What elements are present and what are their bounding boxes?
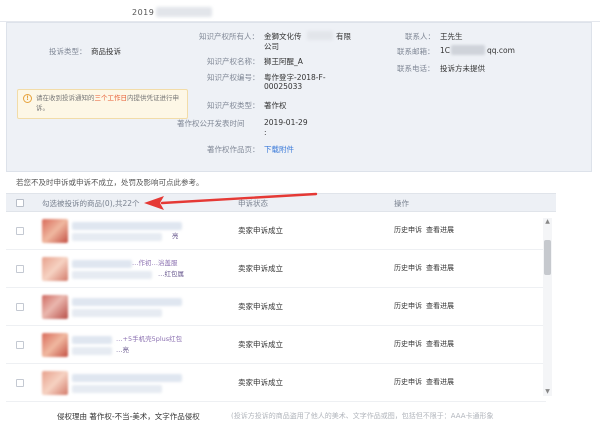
red-arrow-annotation [144,192,318,210]
table-row: …+5手机壳5plus红包 …亮 卖家申诉成立 历史申诉 查看进展 [6,326,546,364]
publish-date-label: 著作权公开发表时间 [177,119,245,128]
history-appeal-link[interactable]: 历史申诉 [394,377,422,387]
table-row: 卖家申诉成立 历史申诉 查看进展 [6,364,546,402]
info-icon: ! [23,94,32,103]
table-scrollbar[interactable]: ▲ ▼ [543,218,552,396]
email-label: 联系邮箱： [397,47,435,56]
product-name[interactable]: 亮 [72,220,192,242]
phone-label: 联系电话： [397,64,435,73]
view-progress-link[interactable]: 查看进展 [426,263,454,273]
complaint-id-row: 2019 [0,0,600,22]
scroll-up-arrow-icon[interactable]: ▲ [543,218,552,226]
redacted-email [451,45,485,55]
product-thumbnail [42,219,68,243]
product-thumbnail [42,333,68,357]
product-type-value: 商品投诉 [91,47,121,56]
ip-number-value-2: 00025033 [264,82,303,91]
row-result: 卖家申诉成立 [238,302,283,311]
scroll-down-arrow-icon[interactable]: ▼ [543,388,552,396]
product-type-label: 投诉类型： [49,47,87,56]
ip-type-label: 知识产权类型： [207,101,260,110]
ip-owner-label: 知识产权所有人： [199,32,259,41]
notice-text: 请在收到投诉通知的三个工作日内提供凭证进行申诉。 [36,94,179,112]
download-attachment-link[interactable]: 下载附件 [264,144,294,155]
view-progress-link[interactable]: 查看进展 [426,377,454,387]
ip-owner-value-2: 公司 [264,42,279,51]
table-row: 卖家申诉成立 历史申诉 查看进展 [6,288,546,326]
redacted-owner [307,31,333,40]
row-checkbox[interactable] [16,227,24,235]
product-thumbnail [42,257,68,281]
row-result: 卖家申诉成立 [238,340,283,349]
penalty-warning-text: 若您不及时申诉或申诉不成立，处罚及影响可点此参考。 [16,178,204,187]
row-checkbox[interactable] [16,341,24,349]
history-appeal-link[interactable]: 历史申诉 [394,301,422,311]
table-row: …作初…浴盖服 …红包属 卖家申诉成立 历史申诉 查看进展 [6,250,546,288]
complaint-table: 亮 卖家申诉成立 历史申诉 查看进展 …作初…浴盖服 …红包属 卖家申诉成立 历… [6,212,556,402]
product-name[interactable]: …作初…浴盖服 …红包属 [72,258,192,280]
product-name[interactable] [72,296,192,318]
row-result: 卖家申诉成立 [238,378,283,387]
infringement-reason-detail: (投诉方投诉的商品盗用了他人的美术、文字作品或图，包括但不限于：AAA卡通形象 [231,412,494,420]
ip-name-label: 知识产权名称： [207,57,260,66]
email-suffix: qq.com [487,46,515,55]
row-result: 卖家申诉成立 [238,226,283,235]
phone-value: 投诉方未提供 [440,64,485,73]
ip-owner-value-tail: 有限 [336,32,351,41]
work-page-label: 著作权作品页： [207,145,260,154]
scrollbar-thumb[interactable] [544,240,551,275]
table-row: 亮 卖家申诉成立 历史申诉 查看进展 [6,212,546,250]
product-thumbnail [42,295,68,319]
select-all-checkbox[interactable] [16,199,24,207]
history-appeal-link[interactable]: 历史申诉 [394,263,422,273]
complaint-id: 2019 [132,8,155,17]
publish-date-value: 2019-01-29 [264,118,308,127]
history-appeal-link[interactable]: 历史申诉 [394,339,422,349]
row-checkbox[interactable] [16,303,24,311]
product-name[interactable]: …+5手机壳5plus红包 …亮 [72,334,192,356]
email-prefix: 1C [440,46,451,55]
header-goods: 勾选被投诉的商品(0),共22个 [42,199,140,208]
publish-date-colon: : [264,128,267,137]
row-checkbox[interactable] [16,379,24,387]
view-progress-link[interactable]: 查看进展 [426,339,454,349]
redacted-id [156,7,212,17]
view-progress-link[interactable]: 查看进展 [426,301,454,311]
ip-name-value: 狮王阿醒_A [264,57,303,66]
view-progress-link[interactable]: 查看进展 [426,225,454,235]
contact-value: 王先生 [440,32,463,41]
row-result: 卖家申诉成立 [238,264,283,273]
history-appeal-link[interactable]: 历史申诉 [394,225,422,235]
product-thumbnail [42,371,68,395]
contact-label: 联系人： [405,32,435,41]
row-checkbox[interactable] [16,265,24,273]
product-name[interactable] [72,372,192,394]
ip-number-label: 知识产权编号： [207,73,260,82]
header-operation: 操作 [394,199,409,208]
infringement-reason: 侵权理由 著作权-不当-美术，文字作品侵权 [57,412,200,421]
complaint-info-panel: 投诉类型： 商品投诉 ! 请在收到投诉通知的三个工作日内提供凭证进行申诉。 知识… [6,22,592,172]
notice-box: ! 请在收到投诉通知的三个工作日内提供凭证进行申诉。 [17,89,188,119]
ip-type-value: 著作权 [264,101,287,110]
